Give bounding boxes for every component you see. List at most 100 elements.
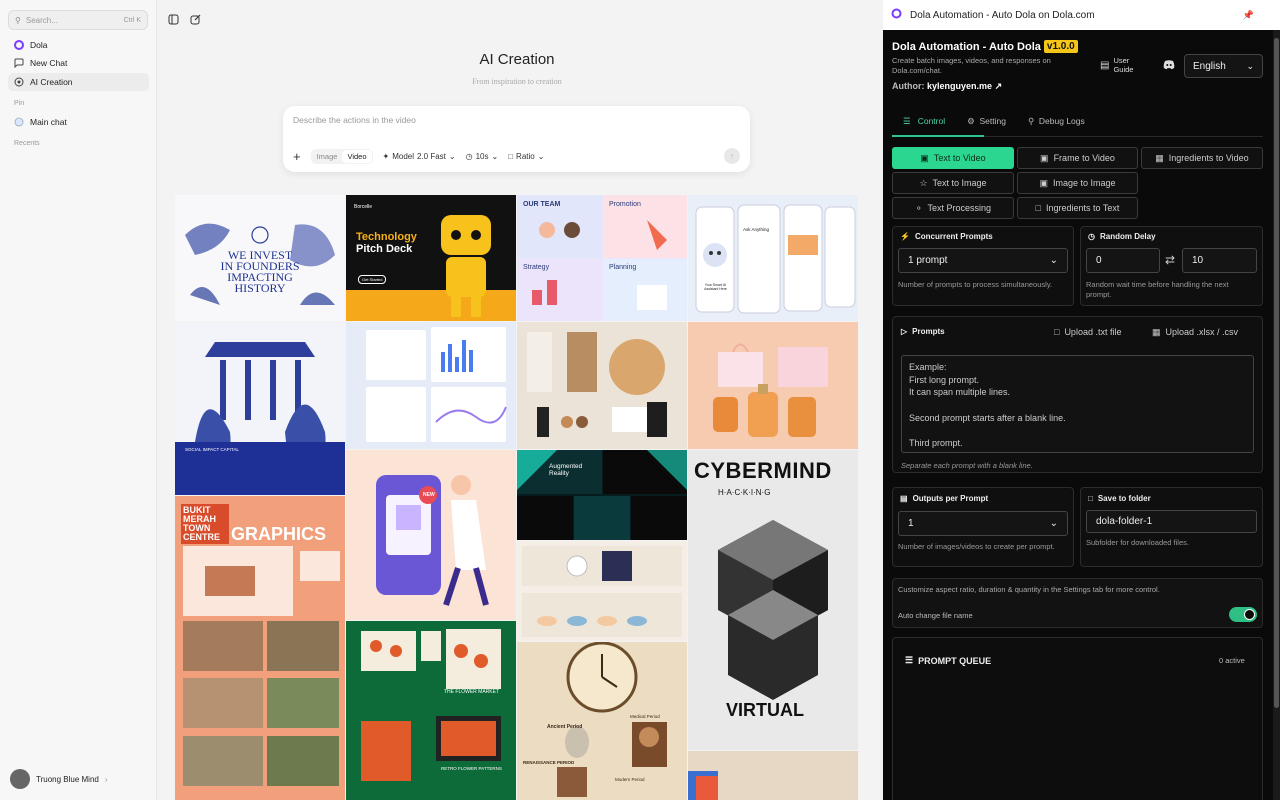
folder-icon: □ (1088, 494, 1093, 503)
mode-text-to-image-button[interactable]: ☆ Text to Image (892, 172, 1014, 194)
gallery-card[interactable]: NEW (346, 450, 516, 620)
layers-icon: ▤ (900, 494, 908, 503)
gallery-card[interactable] (346, 322, 516, 449)
gallery-card[interactable] (517, 322, 687, 449)
outputs-select[interactable]: 1 ⌄ (898, 511, 1068, 536)
input-value: 0 (1096, 255, 1102, 266)
upload-txt-button[interactable]: □ Upload .txt file (1054, 327, 1121, 337)
extension-window-header: Dola Automation - Auto Dola on Dola.com … (883, 0, 1280, 30)
tab-setting[interactable]: ⚙ Setting (967, 116, 1006, 127)
dola-logo-icon (14, 40, 24, 50)
settings-hint: Customize aspect ratio, duration & quant… (898, 585, 1160, 594)
discord-icon[interactable] (1163, 60, 1175, 73)
mode-frame-to-video-button[interactable]: ▣ Frame to Video (1017, 147, 1138, 169)
ratio-selector[interactable]: □ Ratio ⌄ (508, 152, 544, 161)
button-label: Upload .xlsx / .csv (1165, 327, 1239, 337)
mode-text-processing-button[interactable]: ⚬ Text Processing (892, 197, 1014, 219)
label-text: Random Delay (1099, 232, 1156, 241)
ar-slides-illustration (517, 450, 687, 540)
sidebar-toolbar (166, 12, 202, 26)
prompt-composer: Describe the actions in the video + Imag… (283, 106, 750, 172)
add-icon[interactable]: + (293, 149, 301, 164)
external-link-icon[interactable]: ↗ (995, 81, 1003, 91)
card-text: NEW (423, 492, 435, 498)
media-type-toggle: Image Video (310, 148, 373, 164)
scrollbar-thumb[interactable] (1274, 38, 1279, 708)
panel-scrollbar[interactable] (1273, 30, 1280, 800)
ai-creation-icon (14, 77, 24, 87)
prompt-queue-title: ☰ PROMPT QUEUE (905, 655, 991, 666)
panel-description: Create batch images, videos, and respons… (892, 56, 1051, 75)
queue-count: 0 active (1219, 656, 1245, 665)
chevron-down-icon: ⌄ (1049, 518, 1058, 529)
sidebar-item-label: Dola (30, 40, 48, 50)
pin-icon[interactable]: 📌 (1243, 10, 1254, 21)
recents-section-label: Recents (14, 140, 40, 147)
compose-icon[interactable] (188, 12, 202, 26)
label-text: Save to folder (1097, 494, 1151, 503)
user-profile[interactable]: Truong Blue Mind › (10, 769, 108, 789)
search-input[interactable]: ⚲ Search... Ctrl K (8, 10, 148, 30)
dashboard-illustration (366, 327, 507, 442)
mode-image-to-image-button[interactable]: ▣ Image to Image (1017, 172, 1138, 194)
gallery-card[interactable]: SOCIAL IMPACT CAPITAL (175, 322, 345, 495)
model-value: 2.0 Fast (417, 151, 446, 161)
duration-selector[interactable]: ◷ 10s ⌄ (466, 152, 499, 161)
gallery-card[interactable]: THE FLOWER MARKET RETRO FLOWER PATTERNS (346, 621, 516, 800)
gallery-card[interactable]: Ancient Period Medical Period RENAISSANC… (517, 642, 687, 800)
file-icon: □ (1035, 203, 1042, 213)
prompt-input[interactable]: Describe the actions in the video (293, 115, 416, 125)
gallery-card[interactable]: OUR TEAM Promotion Strategy Planning (517, 195, 687, 321)
gallery-card[interactable] (517, 541, 687, 641)
gallery-card[interactable]: BUKIT MERAH TOWN CENTRE GRAPHICS (175, 496, 345, 800)
mode-video-option[interactable]: Video (342, 149, 372, 163)
language-select[interactable]: English ⌄ (1184, 54, 1263, 78)
author-line: Author: kylenguyen.me ↗ (892, 81, 1002, 92)
delay-min-input[interactable]: 0 (1086, 248, 1160, 273)
card-text: OUR TEAM (523, 201, 561, 208)
tab-control[interactable]: ☰ Control (903, 116, 945, 127)
mode-ingredients-to-text-button[interactable]: □ Ingredients to Text (1017, 197, 1138, 219)
prompts-textarea[interactable]: Example: First long prompt. It can span … (901, 355, 1254, 453)
robot-illustration (346, 215, 516, 321)
send-button[interactable]: ↑ (724, 148, 740, 164)
save-folder-input[interactable]: dola-folder-1 (1086, 510, 1257, 533)
mode-label: Image to Image (1052, 178, 1116, 188)
delay-max-input[interactable]: 10 (1182, 248, 1257, 273)
gallery-card[interactable] (688, 751, 858, 800)
panel-title-text: Dola Automation - Auto Dola (892, 40, 1041, 53)
chevron-right-icon: › (104, 774, 108, 784)
sidebar-item-label: AI Creation (30, 77, 73, 87)
gallery-card[interactable] (688, 322, 858, 449)
sidebar-item-dola[interactable]: Dola (8, 36, 149, 54)
sidebar-item-main-chat[interactable]: Main chat (8, 113, 149, 131)
mode-image-option[interactable]: Image (312, 150, 343, 163)
label-text: PROMPT QUEUE (918, 655, 992, 666)
gallery-card[interactable]: Borcelle Technology Pitch Deck Get Start… (346, 195, 516, 321)
user-guide-button[interactable]: ▤ User Guide (1100, 56, 1141, 74)
dola-logo-icon (891, 8, 902, 22)
card-text: Modern Period (615, 777, 645, 782)
architecture-illustration (183, 546, 340, 786)
gallery-card[interactable]: Ask Anything Your Smart AI Assistant Her… (688, 195, 858, 321)
mode-ingredients-to-video-button[interactable]: ▦ Ingredients to Video (1141, 147, 1263, 169)
author-link[interactable]: kylenguyen.me (927, 81, 992, 91)
sidebar-item-ai-creation[interactable]: AI Creation (8, 73, 149, 91)
card-text: THE FLOWER MARKET (444, 689, 500, 695)
model-selector[interactable]: ✦ Model 2.0 Fast ⌄ (383, 152, 456, 161)
label-text: Outputs per Prompt (912, 494, 989, 503)
concurrent-prompts-select[interactable]: 1 prompt ⌄ (898, 248, 1068, 273)
gallery-card[interactable]: CYBERMIND H·A·C·K·I·N·G VIRTUAL (688, 450, 858, 750)
gallery-card[interactable]: WE INVEST IN FOUNDERS IMPACTING HISTORY (175, 195, 345, 321)
upload-xlsx-button[interactable]: ▦ Upload .xlsx / .csv (1152, 327, 1238, 338)
search-icon: ⚲ (15, 15, 21, 25)
card-text: RETRO FLOWER PATTERNS (441, 766, 502, 771)
sidebar-item-new-chat[interactable]: New Chat (8, 54, 149, 72)
auto-rename-toggle[interactable] (1229, 607, 1257, 622)
toggle-sidebar-icon[interactable] (166, 12, 180, 26)
mode-text-to-video-button[interactable]: ▣ Text to Video (892, 147, 1014, 169)
gallery-card[interactable]: Augmented Reality (517, 450, 687, 540)
tab-debug-logs[interactable]: ⚲ Debug Logs (1028, 116, 1085, 127)
chevron-down-icon: ⌄ (1049, 255, 1058, 266)
save-folder-label: □ Save to folder (1088, 494, 1151, 503)
